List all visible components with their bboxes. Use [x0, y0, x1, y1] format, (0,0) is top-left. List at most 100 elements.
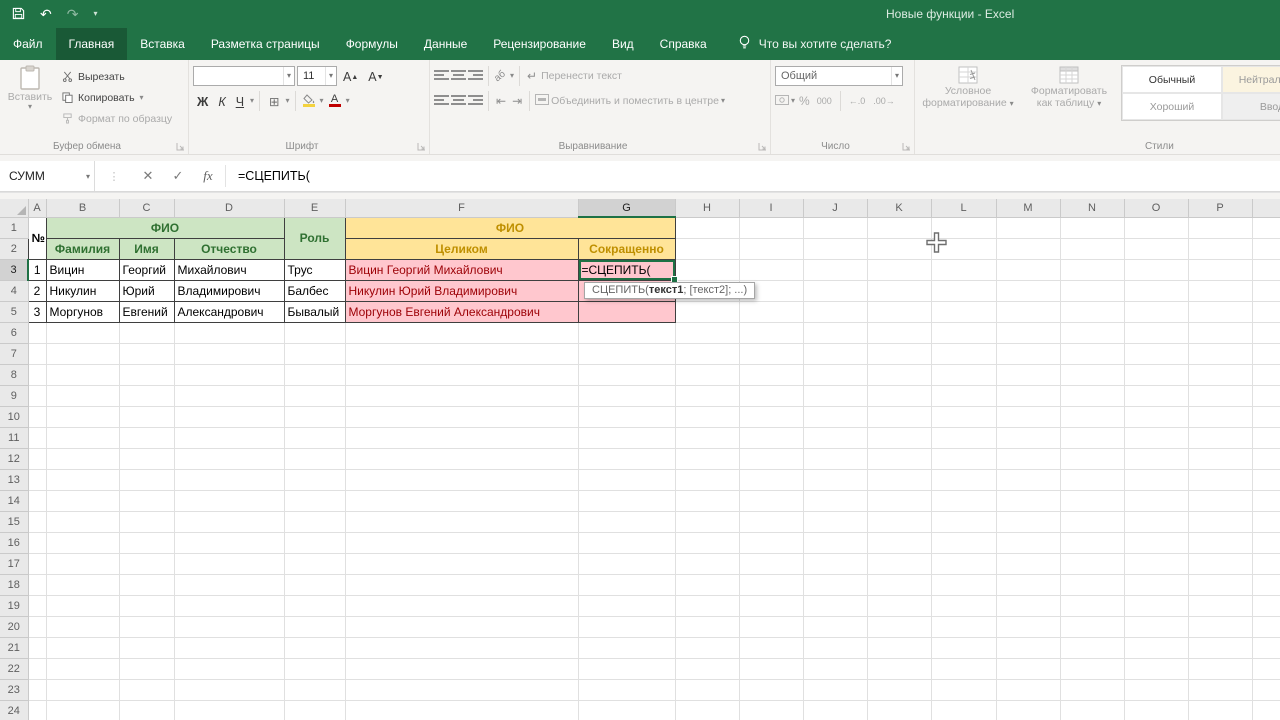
cell[interactable] — [1060, 322, 1124, 343]
cell[interactable] — [1252, 511, 1280, 532]
cell[interactable] — [46, 469, 119, 490]
cell[interactable] — [28, 637, 46, 658]
cell[interactable] — [578, 511, 675, 532]
decrease-indent-icon[interactable]: ⇤ — [494, 95, 508, 107]
currency-dropdown-icon[interactable]: ▾ — [791, 97, 795, 105]
percent-style-icon[interactable]: % — [797, 95, 812, 107]
cell[interactable] — [174, 658, 284, 679]
cell[interactable] — [675, 616, 739, 637]
cell[interactable] — [803, 448, 867, 469]
tab-insert[interactable]: Вставка — [127, 28, 198, 60]
fill-color-icon[interactable] — [301, 94, 318, 107]
number-format-dropdown-icon[interactable]: ▾ — [891, 67, 902, 85]
font-name-dropdown-icon[interactable]: ▾ — [283, 67, 294, 85]
cell[interactable] — [1252, 217, 1280, 238]
cell[interactable] — [867, 658, 931, 679]
cell[interactable] — [174, 574, 284, 595]
cell[interactable] — [803, 301, 867, 322]
cell[interactable] — [803, 637, 867, 658]
cell[interactable] — [1060, 553, 1124, 574]
cell-full-name[interactable]: Никулин Юрий Владимирович — [345, 280, 578, 301]
style-tile-normal[interactable]: Обычный — [1122, 66, 1222, 93]
formula-input[interactable]: =СЦЕПИТЬ( — [228, 161, 310, 191]
name-box[interactable]: СУММ ▾ — [0, 161, 95, 191]
cell[interactable] — [867, 700, 931, 720]
cell[interactable] — [1124, 469, 1188, 490]
cell[interactable] — [739, 259, 803, 280]
align-top-icon[interactable] — [434, 70, 449, 81]
select-all-corner[interactable] — [0, 199, 28, 217]
font-color-dropdown-icon[interactable]: ▾ — [346, 97, 350, 105]
cell[interactable] — [1060, 259, 1124, 280]
cell[interactable] — [345, 322, 578, 343]
cell[interactable] — [1188, 259, 1252, 280]
cut-button[interactable]: Вырезать — [62, 68, 172, 85]
cell[interactable] — [867, 238, 931, 259]
font-size-combo[interactable]: 11 ▾ — [297, 66, 337, 86]
column-header-I[interactable]: I — [739, 199, 803, 217]
cell[interactable] — [739, 574, 803, 595]
tab-help[interactable]: Справка — [647, 28, 720, 60]
cell[interactable] — [675, 427, 739, 448]
cell[interactable] — [1124, 238, 1188, 259]
cell[interactable] — [28, 616, 46, 637]
tell-me-box[interactable]: Что вы хотите сделать? — [738, 28, 892, 60]
cell[interactable] — [867, 343, 931, 364]
cell[interactable] — [28, 595, 46, 616]
cell[interactable] — [46, 406, 119, 427]
cell[interactable] — [345, 406, 578, 427]
cell[interactable] — [675, 553, 739, 574]
row-header-16[interactable]: 16 — [0, 532, 28, 553]
cell[interactable] — [739, 448, 803, 469]
redo-icon[interactable]: ↷ — [67, 7, 79, 21]
cell[interactable] — [1060, 532, 1124, 553]
cell-role-header[interactable]: Роль — [284, 217, 345, 259]
cell[interactable] — [803, 658, 867, 679]
cell[interactable] — [1188, 385, 1252, 406]
cell[interactable] — [345, 448, 578, 469]
alignment-dialog-launcher-icon[interactable] — [758, 142, 767, 151]
cell[interactable] — [803, 532, 867, 553]
cell[interactable] — [867, 448, 931, 469]
cell[interactable] — [867, 364, 931, 385]
cell[interactable] — [578, 469, 675, 490]
cell[interactable] — [119, 469, 174, 490]
cell[interactable] — [345, 385, 578, 406]
cell[interactable] — [675, 679, 739, 700]
copy-dropdown-icon[interactable]: ▾ — [140, 94, 144, 102]
cell[interactable] — [867, 427, 931, 448]
align-bottom-icon[interactable] — [468, 70, 483, 81]
cell[interactable] — [1252, 679, 1280, 700]
tab-formulas[interactable]: Формулы — [333, 28, 411, 60]
cell[interactable] — [578, 532, 675, 553]
cell[interactable] — [174, 553, 284, 574]
cell[interactable] — [174, 469, 284, 490]
row-header-8[interactable]: 8 — [0, 364, 28, 385]
row-header-24[interactable]: 24 — [0, 700, 28, 720]
cell[interactable] — [578, 658, 675, 679]
style-tile-neutral[interactable]: Нейтральный — [1222, 66, 1280, 93]
customize-qat-icon[interactable]: ▾ — [93, 10, 97, 18]
row-header-18[interactable]: 18 — [0, 574, 28, 595]
cell[interactable] — [46, 364, 119, 385]
column-header-A[interactable]: A — [28, 199, 46, 217]
cell[interactable] — [1188, 280, 1252, 301]
font-size-dropdown-icon[interactable]: ▾ — [325, 67, 336, 85]
cell[interactable] — [284, 427, 345, 448]
cell[interactable] — [1060, 406, 1124, 427]
cell[interactable] — [1060, 301, 1124, 322]
row-header-20[interactable]: 20 — [0, 616, 28, 637]
cell[interactable] — [284, 448, 345, 469]
cell[interactable] — [578, 553, 675, 574]
cell[interactable] — [1252, 490, 1280, 511]
row-header-10[interactable]: 10 — [0, 406, 28, 427]
cell[interactable] — [867, 280, 931, 301]
cell[interactable] — [578, 679, 675, 700]
cell[interactable] — [46, 511, 119, 532]
cell[interactable] — [1188, 217, 1252, 238]
cell[interactable] — [46, 679, 119, 700]
cell[interactable] — [1252, 574, 1280, 595]
row-header-1[interactable]: 1 — [0, 217, 28, 238]
cell[interactable] — [675, 217, 739, 238]
clipboard-dialog-launcher-icon[interactable] — [176, 142, 185, 151]
